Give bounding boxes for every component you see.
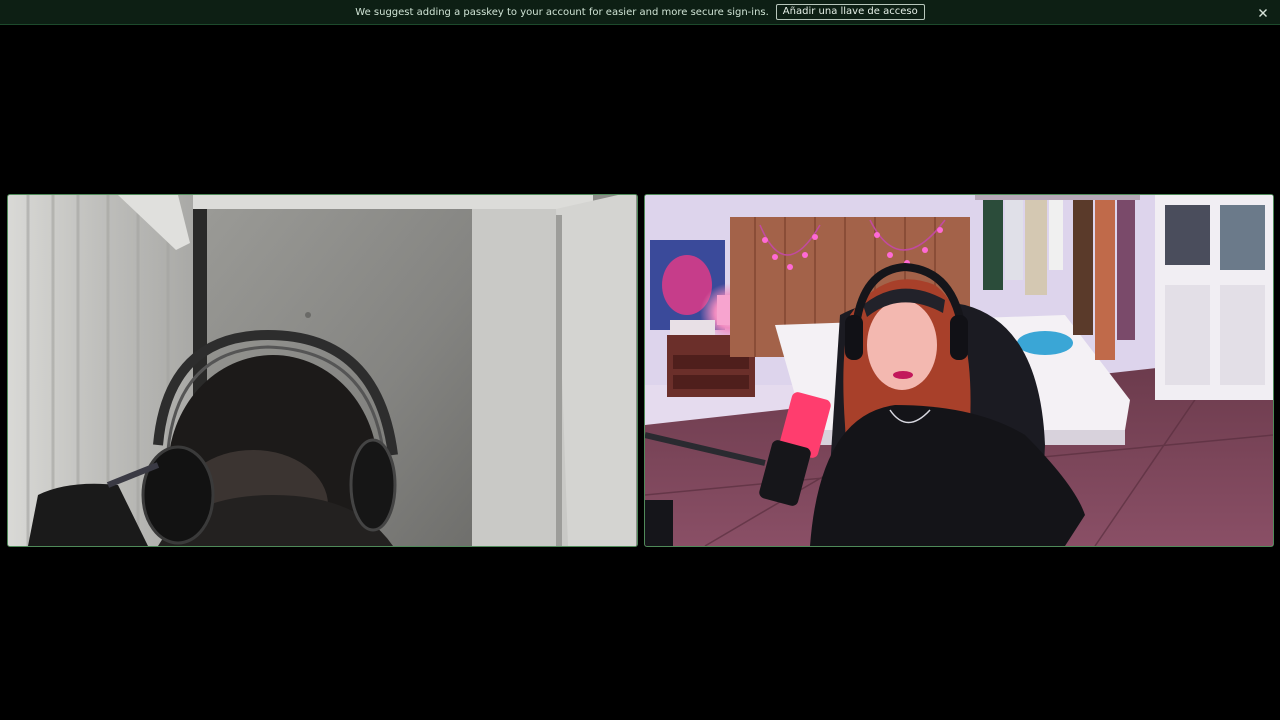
participant-video-tile-2[interactable] [644, 194, 1274, 547]
add-passkey-button[interactable]: Añadir una llave de acceso [775, 4, 925, 20]
participant-video-feed-1 [8, 195, 637, 546]
passkey-banner: We suggest adding a passkey to your acco… [0, 0, 1280, 25]
passkey-banner-message: We suggest adding a passkey to your acco… [355, 6, 769, 18]
participant-video-feed-2 [645, 195, 1273, 546]
participant-video-tile-1[interactable] [7, 194, 638, 547]
close-icon[interactable] [1256, 5, 1270, 19]
